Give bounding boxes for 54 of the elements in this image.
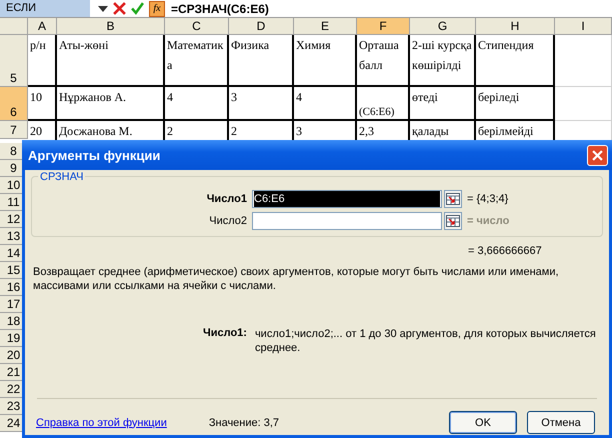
column-header[interactable]: E [294,18,357,35]
dialog-title: Аргументы функции [28,148,160,162]
table-cell: Математика [165,35,229,87]
formula-result: = 3,666666667 [468,245,543,257]
table-cell: 4 [165,87,229,121]
result-value: Значение: 3,7 [208,416,280,428]
table-cell: Нұржанов А. [57,87,165,121]
row-header[interactable]: 5 [0,35,28,87]
formula-field[interactable]: =СРЗНАЧ(C6:E6) [171,2,612,16]
dropdown-icon[interactable] [98,6,108,12]
table-cell: р/н [28,35,57,87]
table-cell: Аты-жөні [57,35,165,87]
table-cell: өтеді [410,87,476,121]
argument-help-text: число1;число2;... от 1 до 30 аргументов, для которых вычисляется среднее. [254,327,597,355]
close-button[interactable] [587,144,608,166]
column-header[interactable]: B [57,18,165,35]
argument-label: Число2 [208,214,248,226]
function-description: Возвращает среднее (арифметическое) своих аргументов, которые могут быть числами или именами, массивами или ссылками на ячейки с числами. [33,265,560,293]
column-header[interactable]: C [165,18,229,35]
row-header[interactable]: 7 [0,121,28,139]
argument-label: Число1 [206,192,248,204]
group-label: СРЗНАЧ [38,171,86,183]
close-icon [592,150,603,160]
insert-function-button[interactable]: fx [149,0,165,16]
column-header[interactable]: A [28,18,57,35]
column-header[interactable]: F [357,18,410,35]
table-cell: беріледі [476,87,555,121]
table-cell: Стипендия [476,35,555,87]
table-cell: 4 [294,87,357,121]
table-cell: Химия [294,35,357,87]
collapse-dialog-button[interactable] [444,212,462,230]
checkmark-icon[interactable] [131,2,144,15]
column-header[interactable]: I [555,18,612,35]
table-cell: Физика [229,35,294,87]
column-header[interactable]: D [229,18,294,35]
table-cell: Орташа балл [357,35,410,87]
table-cell: 3 [229,87,294,121]
argument-result: = число [467,214,510,226]
table-cell: 2-ші курсқа көшірілді [410,35,476,87]
argument-field[interactable] [252,212,442,230]
dialog-button[interactable]: OK [449,411,517,434]
row-header[interactable]: 6 [0,87,28,121]
name-box[interactable]: ЕСЛИ [0,0,90,17]
table-cell: 10 [28,87,57,121]
column-header[interactable]: H [476,18,555,35]
argument-help-label: Число1: [203,327,247,341]
help-link[interactable]: Справка по этой функции [36,416,167,428]
argument-result: = {4;3;4} [467,192,508,204]
table-cell: (C6:E6) [357,87,410,121]
argument-field[interactable]: C6:E6 [252,190,442,208]
collapse-dialog-button[interactable] [444,190,462,208]
dialog-button[interactable]: Отмена [527,411,595,434]
column-header[interactable]: G [410,18,476,35]
empty-cell [555,35,612,87]
